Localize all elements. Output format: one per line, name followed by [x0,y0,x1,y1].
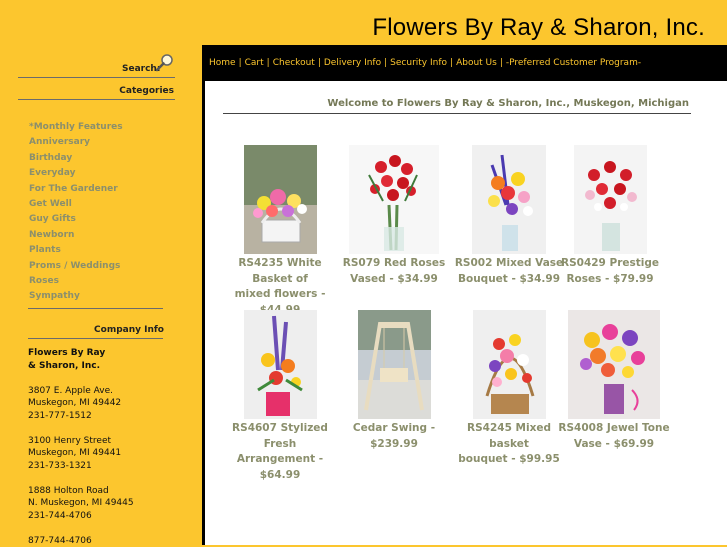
company-name-line-1: Flowers By Ray [28,347,134,360]
product-link[interactable]: Cedar Swing -$239.99 [335,421,453,452]
category-list: *Monthly Features Anniversary Birthday E… [29,116,123,301]
category-link-plants[interactable]: Plants [29,245,61,255]
search-icon[interactable] [155,53,175,73]
nav-delivery-info[interactable]: Delivery Info [324,58,381,68]
product-link[interactable]: RS0429 PrestigeRoses - $79.99 [551,256,669,287]
company-top-divider [28,308,163,309]
categories-title: Categories [119,86,174,96]
location-city: Muskegon, MI 49442 [28,397,134,410]
company-name-line-2: & Sharon, Inc. [28,360,134,373]
toll-free-phone: 877-744-4706 [28,535,134,547]
product-card: RS079 Red RosesVased - $34.99 [335,145,453,287]
product-card: RS4235 White Basket ofmixed flowers - $4… [221,145,339,318]
category-link-guy-gifts[interactable]: Guy Gifts [29,214,76,224]
site-title: Flowers By Ray & Sharon, Inc. [372,14,705,42]
product-link[interactable]: RS4008 Jewel ToneVase - $69.99 [555,421,673,452]
nav-security-info[interactable]: Security Info [390,58,447,68]
category-link-anniversary[interactable]: Anniversary [29,137,90,147]
categories-divider [18,99,175,100]
product-link[interactable]: RS4235 White Basket ofmixed flowers - $4… [221,256,339,318]
location-phone: 231-733-1321 [28,460,134,473]
product-image-white-basket[interactable] [244,145,317,254]
company-info-divider [28,338,163,339]
product-image-mixed-basket[interactable] [473,310,546,419]
location-apple-ave: 3807 E. Apple Ave. Muskegon, MI 49442 23… [28,385,134,423]
product-card: RS4607 Stylized FreshArrangement - $64.9… [221,310,339,483]
search-divider [18,77,175,78]
location-street: 3100 Henry Street [28,435,134,448]
location-henry-street: 3100 Henry Street Muskegon, MI 49441 231… [28,435,134,473]
product-image-prestige-roses[interactable] [574,145,647,254]
location-phone: 231-744-4706 [28,510,134,523]
product-image-mixed-vase[interactable] [472,145,546,254]
location-city: N. Muskegon, MI 49445 [28,497,134,510]
location-holton-road: 1888 Holton Road N. Muskegon, MI 49445 2… [28,485,134,523]
location-street: 3807 E. Apple Ave. [28,385,134,398]
product-card: Cedar Swing -$239.99 [335,310,453,452]
welcome-divider [223,113,691,114]
category-link-everyday[interactable]: Everyday [29,168,76,178]
product-card: RS0429 PrestigeRoses - $79.99 [551,145,669,287]
location-street: 1888 Holton Road [28,485,134,498]
product-link[interactable]: RS079 Red RosesVased - $34.99 [335,256,453,287]
category-link-sympathy[interactable]: Sympathy [29,291,80,301]
product-image-red-roses[interactable] [349,145,439,254]
product-image-jewel-tone[interactable] [568,310,660,419]
product-link[interactable]: RS4245 Mixed basketbouquet - $99.95 [450,421,568,468]
location-city: Muskegon, MI 49441 [28,447,134,460]
nav-preferred-customer[interactable]: -Preferred Customer Program- [506,58,641,68]
product-card: RS4245 Mixed basketbouquet - $99.95 [450,310,568,468]
product-image-stylized-fresh[interactable] [244,310,317,419]
nav-home[interactable]: Home [209,58,236,68]
nav-checkout[interactable]: Checkout [273,58,315,68]
main-content: Home| Cart| Checkout| Delivery Info| Sec… [202,45,727,545]
company-info-title: Company Info [94,325,164,335]
top-nav: Home| Cart| Checkout| Delivery Info| Sec… [205,45,727,81]
welcome-heading: Welcome to Flowers By Ray & Sharon, Inc.… [327,98,689,109]
location-phone: 231-777-1512 [28,410,134,423]
product-card: RS4008 Jewel ToneVase - $69.99 [555,310,673,452]
nav-cart[interactable]: Cart [245,58,264,68]
product-link[interactable]: RS4607 Stylized FreshArrangement - $64.9… [221,421,339,483]
company-address: Flowers By Ray & Sharon, Inc. 3807 E. Ap… [28,347,134,547]
nav-about-us[interactable]: About Us [456,58,497,68]
product-image-cedar-swing[interactable] [358,310,431,419]
